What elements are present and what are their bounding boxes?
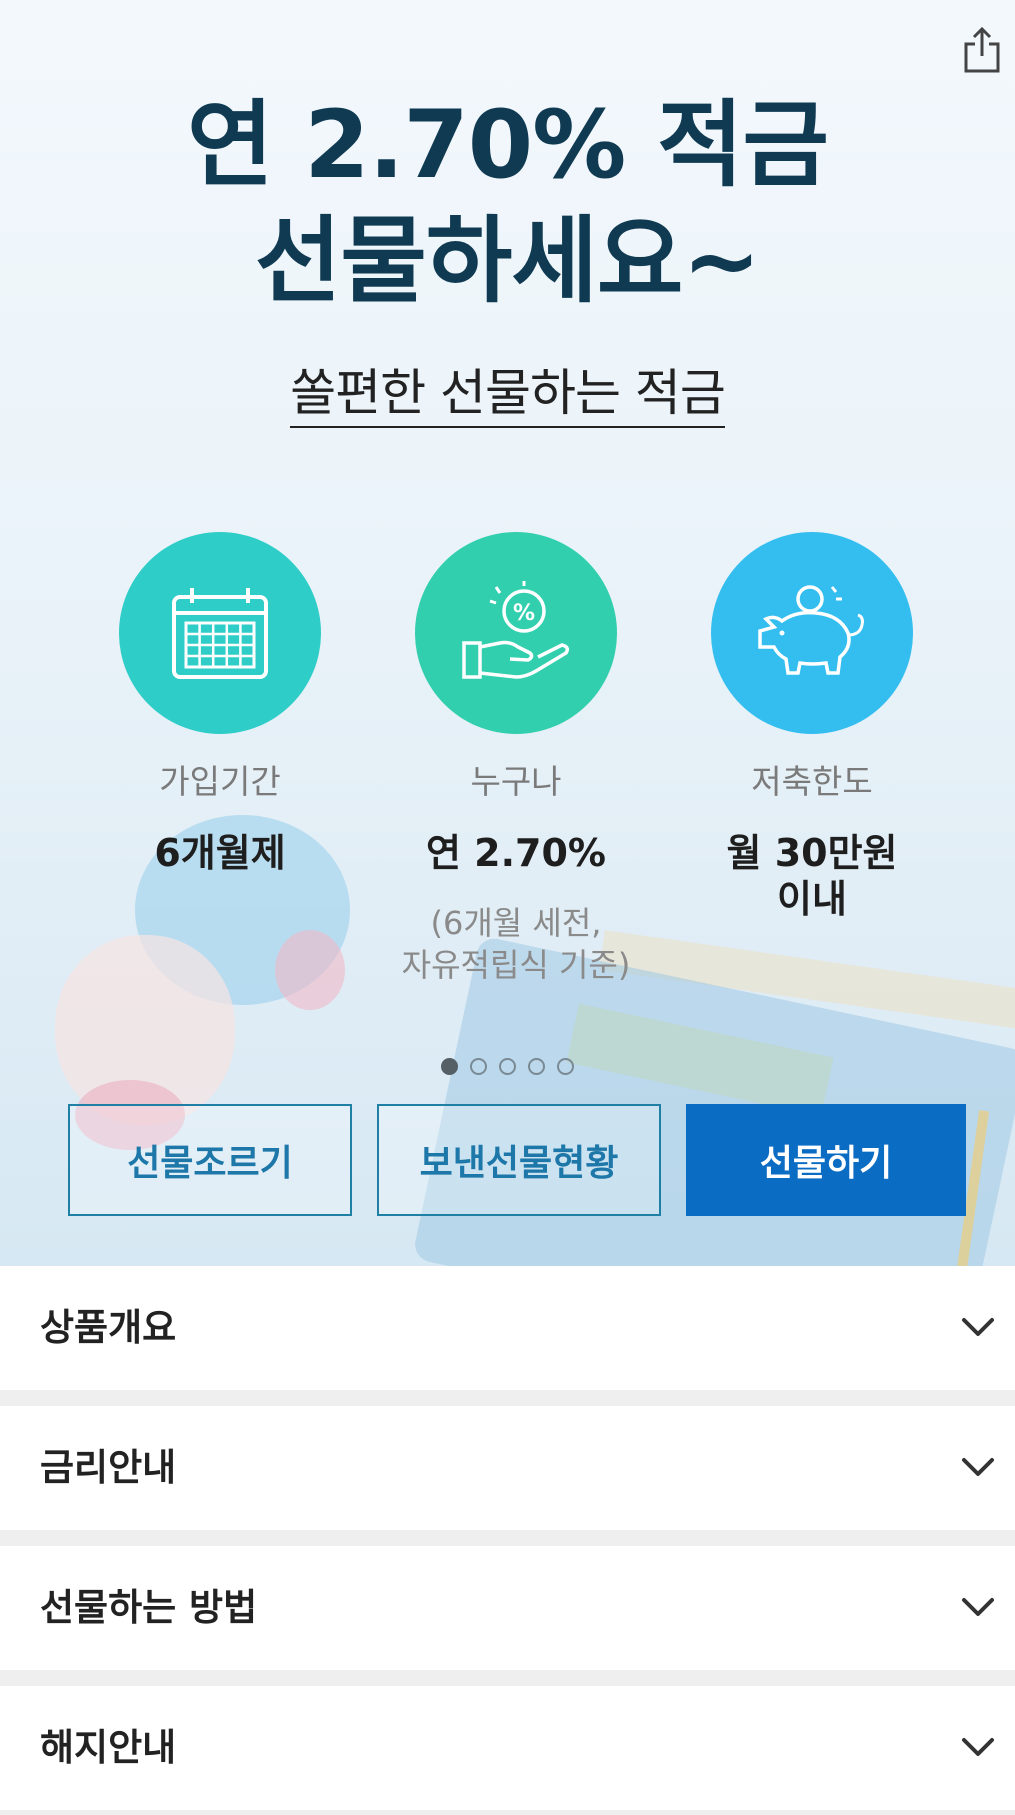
title-line-1: 연 2.70% 적금: [187, 91, 829, 200]
page-subtitle: 쏠편한 선물하는 적금: [290, 362, 726, 428]
page-title: 연 2.70% 적금 선물하세요~: [0, 88, 1015, 320]
chevron-down-icon: [958, 1732, 998, 1762]
accordion-label: 해지안내: [40, 1726, 177, 1769]
feature-period-circle: [119, 532, 321, 734]
share-icon: [964, 26, 1000, 73]
accordion-product-overview[interactable]: 상품개요: [0, 1266, 1015, 1390]
accordion-label: 선물하는 방법: [40, 1586, 258, 1629]
feature-limit-value: 월 30만원 이내: [662, 830, 962, 922]
feature-rate-note-line-1: (6개월 세전,: [430, 904, 602, 942]
svg-text:%: %: [513, 601, 535, 626]
pagination-dot-4[interactable]: [528, 1058, 545, 1075]
feature-limit-value-line-2: 이내: [777, 877, 847, 921]
calendar-icon: [172, 588, 268, 679]
feature-rate-circle: %: [415, 532, 617, 734]
feature-limit-value-line-1: 월 30만원: [726, 831, 898, 875]
feature-rate-label: 누구나: [470, 762, 562, 801]
chevron-down-icon: [958, 1592, 998, 1622]
title-line-2: 선물하세요~: [254, 207, 761, 316]
feature-rate: % 누구나 연 2.70% (6개월 세전, 자유적립식 기준): [366, 532, 666, 986]
piggy-bank-icon: [758, 585, 864, 675]
feature-limit-circle: [711, 532, 913, 734]
chevron-down-icon: [958, 1452, 998, 1482]
feature-period-value: 6개월제: [154, 831, 286, 875]
sent-gifts-button[interactable]: 보낸선물현황: [377, 1104, 661, 1216]
feature-rate-value: 연 2.70%: [425, 831, 607, 875]
pagination-dot-1[interactable]: [441, 1058, 458, 1075]
hero-banner: 연 2.70% 적금 선물하세요~ 쏠편한 선물하는 적금 가입기간 6개월제 …: [0, 0, 1015, 1266]
request-gift-button[interactable]: 선물조르기: [68, 1104, 352, 1216]
accordion-label: 금리안내: [40, 1446, 177, 1489]
background-blue-piggy-snout: [275, 930, 345, 1010]
feature-limit-label: 저축한도: [751, 762, 873, 801]
give-gift-button[interactable]: 선물하기: [686, 1104, 966, 1216]
chevron-down-icon: [958, 1312, 998, 1342]
accordion-interest-rate[interactable]: 금리안내: [0, 1406, 1015, 1530]
share-button[interactable]: [962, 26, 1002, 74]
pagination-dot-5[interactable]: [557, 1058, 574, 1075]
accordion-label: 상품개요: [40, 1306, 177, 1349]
feature-period-label: 가입기간: [159, 762, 281, 801]
accordion-how-to-gift[interactable]: 선물하는 방법: [0, 1546, 1015, 1670]
feature-period: 가입기간 6개월제: [70, 532, 370, 876]
percent-hand-icon: %: [462, 581, 570, 679]
feature-limit: 저축한도 월 30만원 이내: [662, 532, 962, 922]
feature-rate-note-line-2: 자유적립식 기준): [401, 946, 631, 984]
pagination-dot-2[interactable]: [470, 1058, 487, 1075]
pagination-dot-3[interactable]: [499, 1058, 516, 1075]
feature-rate-note: (6개월 세전, 자유적립식 기준): [366, 902, 666, 986]
carousel-pagination: [0, 1058, 1015, 1080]
accordion-cancellation[interactable]: 해지안내: [0, 1686, 1015, 1810]
